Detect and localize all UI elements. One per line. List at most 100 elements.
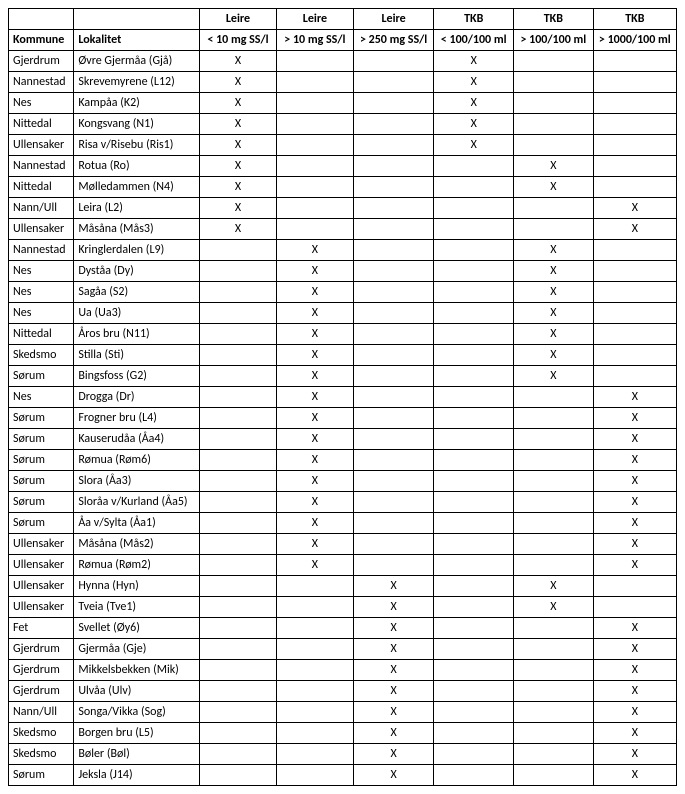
cell-value: X	[434, 72, 514, 93]
cell-value: X	[276, 534, 353, 555]
cell-value	[353, 219, 434, 240]
cell-lokalitet: Ua (Ua3)	[74, 303, 200, 324]
cell-value	[276, 765, 353, 786]
cell-value	[593, 114, 676, 135]
cell-value: X	[593, 765, 676, 786]
cell-value	[434, 492, 514, 513]
cell-lokalitet: Sloråa v/Kurland (Åa5)	[74, 492, 200, 513]
cell-kommune: Nes	[9, 93, 74, 114]
table-row: UllensakerRisa v/Risebu (Ris1)XX	[9, 135, 677, 156]
cell-value	[434, 450, 514, 471]
cell-value	[200, 765, 277, 786]
table-row: NesKampåa (K2)XX	[9, 93, 677, 114]
table-row: SkedsmoStilla (Sti)XX	[9, 345, 677, 366]
cell-value	[434, 618, 514, 639]
cell-lokalitet: Leira (L2)	[74, 198, 200, 219]
table-row: GjerdrumUlvåa (Ulv)XX	[9, 681, 677, 702]
cell-kommune: Sørum	[9, 429, 74, 450]
cell-lokalitet: Hynna (Hyn)	[74, 576, 200, 597]
table-row: GjerdrumØvre Gjermåa (Gjå)XX	[9, 51, 677, 72]
header-group-1: Leire	[276, 9, 353, 30]
cell-value	[200, 240, 277, 261]
cell-kommune: Nes	[9, 261, 74, 282]
cell-kommune: Nittedal	[9, 114, 74, 135]
cell-value	[353, 261, 434, 282]
cell-value: X	[593, 450, 676, 471]
cell-value	[434, 219, 514, 240]
cell-kommune: Ullensaker	[9, 135, 74, 156]
table-row: NittedalKongsvang (N1)XX	[9, 114, 677, 135]
cell-value	[200, 471, 277, 492]
cell-value	[276, 219, 353, 240]
cell-value	[593, 261, 676, 282]
header-threshold-2: > 250 mg SS/l	[353, 30, 434, 51]
cell-value: X	[276, 513, 353, 534]
cell-value	[514, 555, 594, 576]
cell-value	[434, 261, 514, 282]
cell-value	[514, 534, 594, 555]
cell-value	[200, 681, 277, 702]
cell-value	[434, 198, 514, 219]
cell-value	[434, 597, 514, 618]
table-row: SkedsmoBøler (Bøl)XX	[9, 744, 677, 765]
cell-value	[276, 744, 353, 765]
cell-value	[514, 702, 594, 723]
table-row: UllensakerTveia (Tve1)XX	[9, 597, 677, 618]
cell-value: X	[276, 345, 353, 366]
table-row: UllensakerMåsåna (Mås2)XX	[9, 534, 677, 555]
cell-value	[434, 681, 514, 702]
cell-value	[434, 471, 514, 492]
cell-value: X	[514, 345, 594, 366]
cell-value	[514, 492, 594, 513]
cell-value	[593, 156, 676, 177]
cell-lokalitet: Åros bru (N11)	[74, 324, 200, 345]
cell-kommune: Sørum	[9, 408, 74, 429]
cell-value: X	[593, 702, 676, 723]
cell-value	[353, 240, 434, 261]
cell-lokalitet: Åa v/Sylta (Åa1)	[74, 513, 200, 534]
cell-value	[200, 282, 277, 303]
cell-lokalitet: Songa/Vikka (Sog)	[74, 702, 200, 723]
table-row: NannestadSkrevemyrene (L12)XX	[9, 72, 677, 93]
cell-kommune: Nittedal	[9, 324, 74, 345]
cell-kommune: Skedsmo	[9, 723, 74, 744]
cell-value	[434, 555, 514, 576]
cell-value	[514, 513, 594, 534]
cell-lokalitet: Slora (Åa3)	[74, 471, 200, 492]
cell-lokalitet: Stilla (Sti)	[74, 345, 200, 366]
cell-value	[353, 114, 434, 135]
cell-value: X	[276, 282, 353, 303]
cell-value	[353, 408, 434, 429]
cell-value	[514, 135, 594, 156]
header-threshold-5: > 1000/100 ml	[593, 30, 676, 51]
cell-lokalitet: Sagåa (S2)	[74, 282, 200, 303]
cell-value: X	[593, 639, 676, 660]
cell-value: X	[434, 114, 514, 135]
cell-value	[434, 303, 514, 324]
cell-lokalitet: Risa v/Risebu (Ris1)	[74, 135, 200, 156]
cell-value	[353, 492, 434, 513]
header-kommune: Kommune	[9, 30, 74, 51]
cell-value: X	[514, 240, 594, 261]
cell-value	[200, 345, 277, 366]
cell-value	[200, 597, 277, 618]
cell-lokalitet: Tveia (Tve1)	[74, 597, 200, 618]
table-body: GjerdrumØvre Gjermåa (Gjå)XXNannestadSkr…	[9, 51, 677, 786]
cell-value	[200, 429, 277, 450]
cell-value	[593, 51, 676, 72]
cell-value	[353, 534, 434, 555]
cell-kommune: Ullensaker	[9, 555, 74, 576]
cell-value	[200, 513, 277, 534]
cell-value	[514, 723, 594, 744]
cell-value: X	[200, 177, 277, 198]
cell-value	[514, 744, 594, 765]
header-group-2: Leire	[353, 9, 434, 30]
header-row-groups: Leire Leire Leire TKB TKB TKB	[9, 9, 677, 30]
cell-value	[434, 534, 514, 555]
cell-value	[434, 408, 514, 429]
cell-value	[434, 177, 514, 198]
cell-value: X	[353, 702, 434, 723]
cell-value	[353, 387, 434, 408]
cell-value: X	[200, 156, 277, 177]
cell-value	[200, 534, 277, 555]
